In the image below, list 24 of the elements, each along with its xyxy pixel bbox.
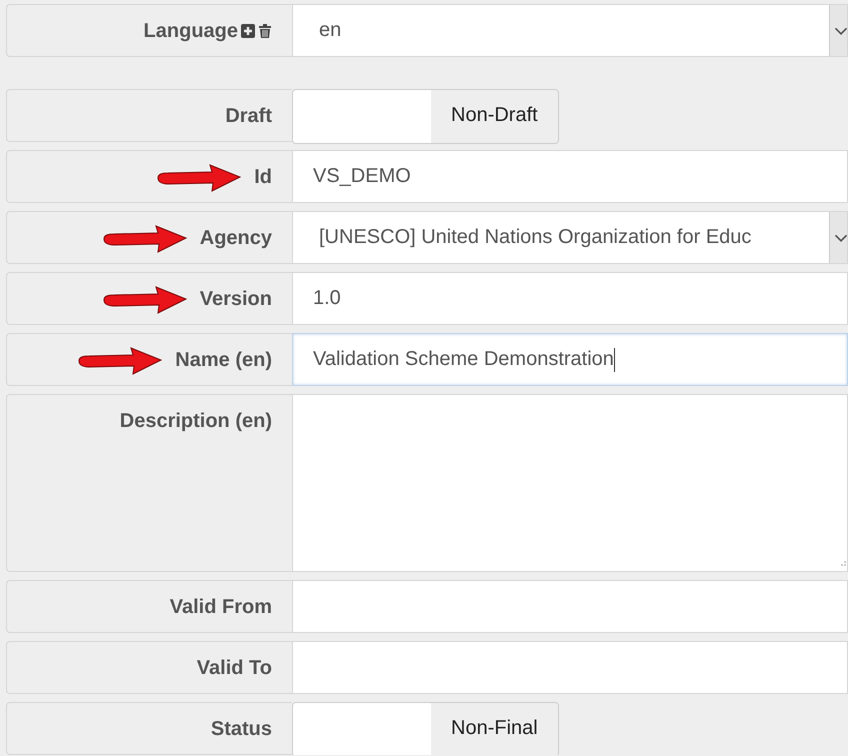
text-input-field[interactable]: 1.0 bbox=[292, 272, 848, 325]
field-label: Id bbox=[254, 165, 272, 190]
trash-icon[interactable] bbox=[258, 24, 272, 38]
text-input-field[interactable] bbox=[292, 641, 848, 694]
dropdown-field[interactable]: [UNESCO] United Nations Organization for Educ bbox=[292, 211, 848, 264]
field-label: Valid From bbox=[170, 595, 272, 620]
text-input-field[interactable] bbox=[292, 580, 848, 633]
field-label: Name (en) bbox=[175, 348, 272, 373]
field-label: Draft bbox=[225, 104, 272, 129]
field-label: Description (en) bbox=[120, 409, 272, 434]
field-label: Agency bbox=[200, 226, 272, 251]
plus-icon[interactable] bbox=[241, 24, 255, 38]
field-label: Valid To bbox=[196, 656, 272, 681]
text-input-field[interactable]: VS_DEMO bbox=[292, 150, 848, 203]
toggle-switch[interactable] bbox=[293, 90, 431, 143]
text-input-field[interactable]: Validation Scheme Demonstration bbox=[292, 333, 848, 386]
text-area-field[interactable] bbox=[292, 394, 848, 572]
dropdown-field[interactable]: en bbox=[292, 4, 848, 57]
field-label: Status bbox=[210, 717, 272, 742]
chevron-down-icon bbox=[829, 212, 847, 263]
chevron-down-icon bbox=[829, 5, 847, 56]
field-label: Version bbox=[200, 287, 272, 312]
toggle-switch[interactable] bbox=[293, 703, 431, 755]
field-label: Language bbox=[144, 19, 238, 44]
